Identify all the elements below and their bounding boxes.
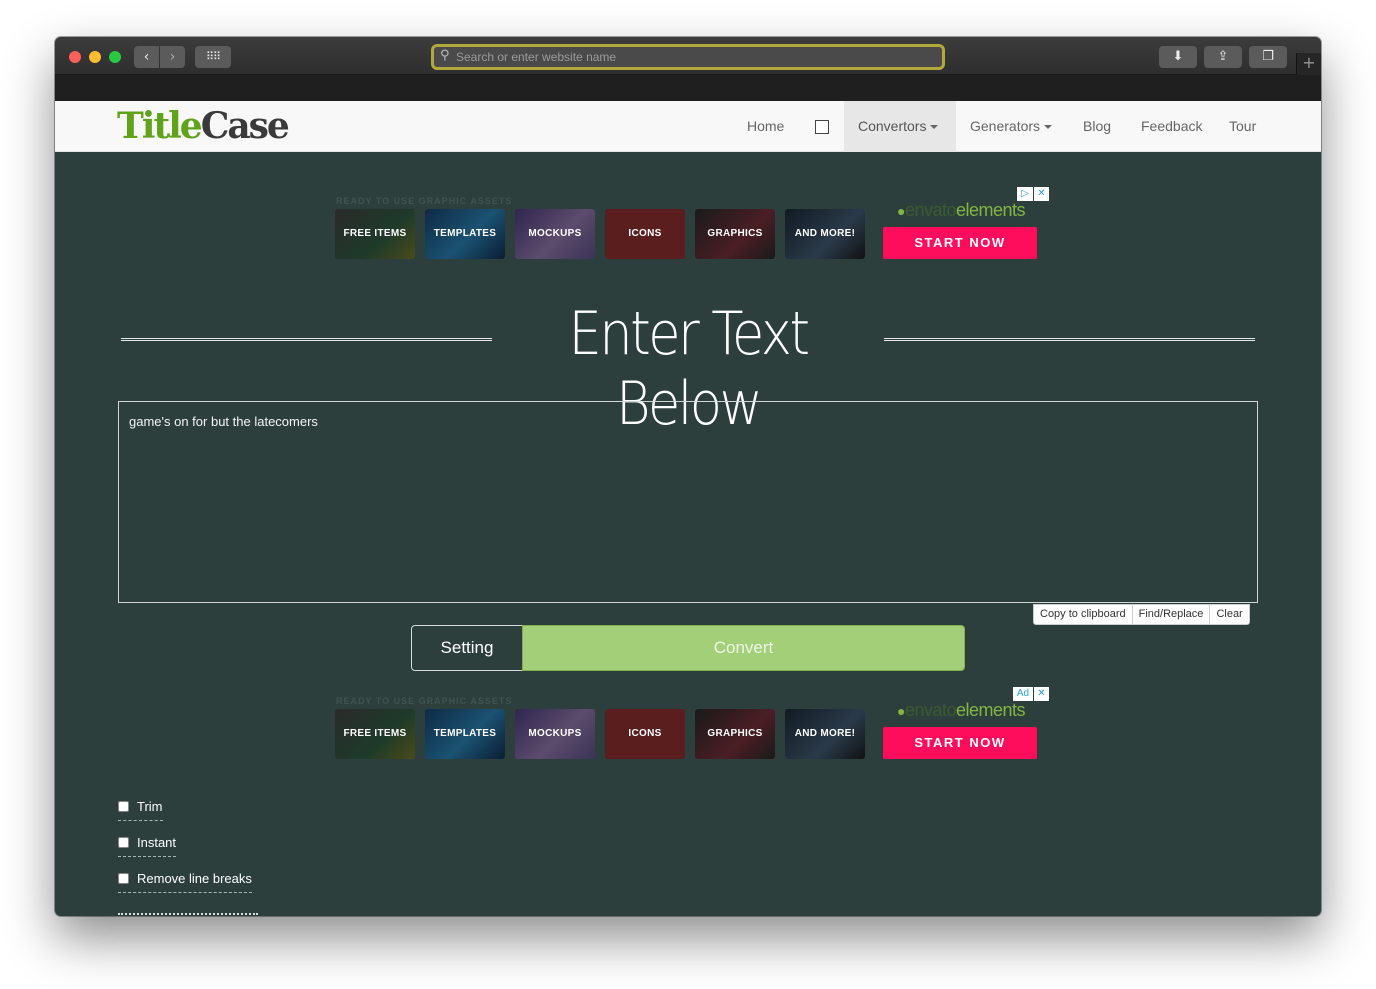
nav-convertors[interactable]: Convertors <box>844 101 956 152</box>
nav-feedback[interactable]: Feedback <box>1141 101 1202 152</box>
option-remove-line-breaks-label: Remove line breaks <box>137 871 252 886</box>
ad-tile-and-more[interactable]: AND MORE! <box>785 209 865 259</box>
start-now-button[interactable]: START NOW <box>883 727 1037 759</box>
site-logo[interactable]: TitleCase <box>117 105 290 147</box>
adchoices-icon[interactable]: ▷ <box>1017 187 1033 201</box>
option-instant-label: Instant <box>137 835 177 850</box>
envato-leaf-icon: ● <box>897 203 905 219</box>
share-button[interactable]: ⇪ <box>1204 46 1242 68</box>
ad-heading: READY TO USE GRAPHIC ASSETS <box>336 196 513 206</box>
nav-convertors-label: Convertors <box>858 118 927 134</box>
clear-button[interactable]: Clear <box>1210 605 1248 624</box>
ad-tile-free-items[interactable]: FREE ITEMS <box>335 209 415 259</box>
browser-toolbar: ‹ › ⠿⠿ ⚲ ⬇ ⇪ ❐ + <box>55 37 1321 75</box>
ad-heading: READY TO USE GRAPHIC ASSETS <box>336 696 513 706</box>
find-replace-button[interactable]: Find/Replace <box>1133 605 1211 624</box>
option-trim[interactable]: Trim <box>118 799 163 821</box>
forward-button[interactable]: › <box>160 46 185 68</box>
text-input-area[interactable]: game's on for but the latecomers <box>118 401 1258 603</box>
envato-brand-part1: envato <box>904 200 957 220</box>
envato-logo: ●envatoelements <box>897 200 1026 221</box>
logo-part-case: Case <box>200 105 290 147</box>
plus-icon: + <box>1302 53 1316 72</box>
caret-down-icon <box>1044 125 1053 130</box>
envato-logo: ●envatoelements <box>897 700 1026 721</box>
logo-part-title: Title <box>117 105 203 147</box>
ad-tile-templates[interactable]: TEMPLATES <box>425 209 505 259</box>
ad-tile-free-items[interactable]: FREE ITEMS <box>335 709 415 759</box>
new-tab-button[interactable]: + <box>1296 53 1321 75</box>
download-icon: ⬇ <box>1172 49 1184 64</box>
back-button[interactable]: ‹ <box>134 46 159 68</box>
convert-button[interactable]: Convert <box>522 625 965 671</box>
instant-checkbox[interactable] <box>118 837 129 848</box>
show-tabs-button[interactable]: ❐ <box>1249 46 1287 68</box>
search-icon: ⚲ <box>440 48 450 63</box>
minimize-window-button[interactable] <box>89 51 101 63</box>
ad-tile-templates[interactable]: TEMPLATES <box>425 709 505 759</box>
tab-strip <box>55 75 1321 101</box>
ad-tile-mockups[interactable]: MOCKUPS <box>515 209 595 259</box>
site-navbar: TitleCase Home Convertors Generators Blo… <box>55 101 1321 152</box>
ad-tile-graphics[interactable]: GRAPHICS <box>695 209 775 259</box>
next-option-cutoff <box>118 907 258 916</box>
address-input[interactable] <box>456 48 936 66</box>
option-instant[interactable]: Instant <box>118 835 177 857</box>
envato-brand-part2: elements <box>956 700 1026 720</box>
nav-checkbox-icon[interactable] <box>815 120 829 134</box>
chevron-left-icon: ‹ <box>143 49 150 65</box>
option-remove-line-breaks[interactable]: Remove line breaks <box>118 871 252 893</box>
heading-divider-left <box>121 338 492 341</box>
address-bar[interactable]: ⚲ <box>431 44 945 70</box>
option-trim-label: Trim <box>137 799 163 814</box>
close-ad-icon[interactable]: ✕ <box>1034 187 1049 201</box>
nav-generators[interactable]: Generators <box>970 101 1053 152</box>
ad-tile-graphics[interactable]: GRAPHICS <box>695 709 775 759</box>
ad-banner-bottom[interactable]: READY TO USE GRAPHIC ASSETS FREE ITEMS T… <box>335 687 1051 776</box>
ad-tile-and-more[interactable]: AND MORE! <box>785 709 865 759</box>
trim-checkbox[interactable] <box>118 801 129 812</box>
chevron-right-icon: › <box>169 49 176 65</box>
nav-blog[interactable]: Blog <box>1083 101 1111 152</box>
grid-icon: ⠿⠿ <box>205 50 221 63</box>
heading-divider-right <box>884 338 1255 341</box>
browser-window: ‹ › ⠿⠿ ⚲ ⬇ ⇪ ❐ + TitleCase Home Converto… <box>55 37 1321 916</box>
envato-leaf-icon: ● <box>897 703 905 719</box>
ad-tile-icons[interactable]: ICONS <box>605 709 685 759</box>
caret-down-icon <box>930 125 939 130</box>
ad-tile-icons[interactable]: ICONS <box>605 209 685 259</box>
nav-home[interactable]: Home <box>747 101 784 152</box>
nav-generators-label: Generators <box>970 118 1041 134</box>
close-ad-icon[interactable]: ✕ <box>1034 687 1049 701</box>
text-actions: Copy to clipboard Find/Replace Clear <box>1033 604 1250 625</box>
setting-button[interactable]: Setting <box>411 625 523 671</box>
close-window-button[interactable] <box>69 51 81 63</box>
nav-tour[interactable]: Tour <box>1229 101 1256 152</box>
remove-line-breaks-checkbox[interactable] <box>118 873 129 884</box>
envato-brand-part1: envato <box>904 700 957 720</box>
ad-label[interactable]: Ad <box>1013 687 1033 701</box>
tabs-icon: ❐ <box>1262 49 1274 64</box>
top-sites-button[interactable]: ⠿⠿ <box>195 46 231 68</box>
start-now-button[interactable]: START NOW <box>883 227 1037 259</box>
copy-to-clipboard-button[interactable]: Copy to clipboard <box>1034 605 1133 624</box>
ad-banner-top[interactable]: READY TO USE GRAPHIC ASSETS FREE ITEMS T… <box>335 187 1051 276</box>
share-icon: ⇪ <box>1217 49 1229 64</box>
ad-tile-mockups[interactable]: MOCKUPS <box>515 709 595 759</box>
envato-brand-part2: elements <box>956 200 1026 220</box>
zoom-window-button[interactable] <box>109 51 121 63</box>
downloads-button[interactable]: ⬇ <box>1159 46 1197 68</box>
